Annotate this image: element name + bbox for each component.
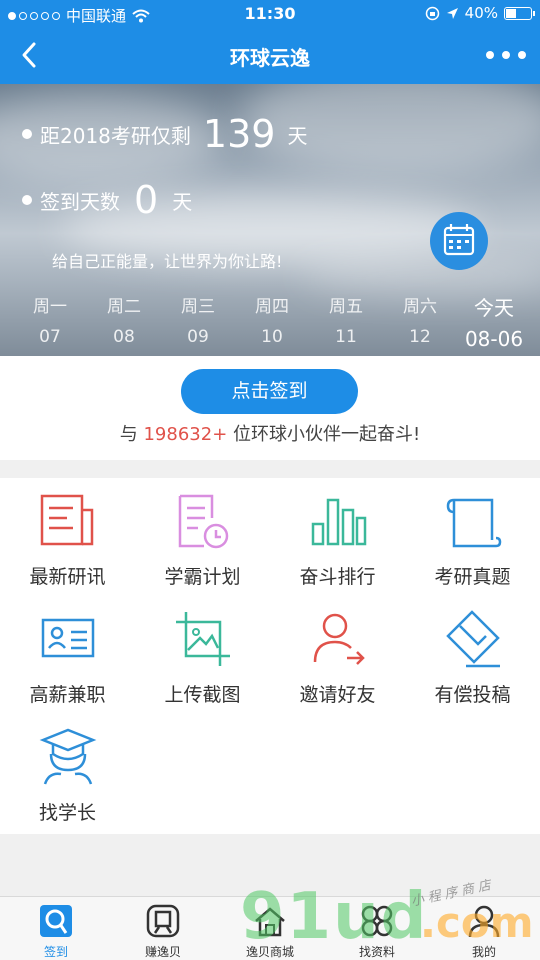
signin-button[interactable]: 点击签到 [181,369,358,414]
week-day: 周一 07 [33,297,67,347]
fellow-count: 198632+ [143,424,228,445]
rotation-lock-icon [425,6,439,20]
week-day: 周四 10 [255,297,289,347]
invite-user-icon [313,613,365,665]
signin-days-unit: 天 [172,189,193,214]
graduate-icon [39,728,97,785]
signin-days-value: 0 [134,178,159,222]
grid-item-label: 上传截图 [164,684,241,706]
tab-find-materials[interactable]: 找资料 [321,897,433,960]
tab-profile[interactable]: 我的 [428,897,540,960]
status-bar: 中国联通 11:30 40% [0,0,540,28]
grid-item-ranking[interactable]: 奋斗排行 [270,478,405,596]
week-day-today: 今天 08-06 [464,296,524,351]
store-icon [255,907,285,937]
exam-countdown: 距2018考研仅剩 139 天 [22,112,307,156]
grid-item-study-plan[interactable]: 学霸计划 [135,478,270,596]
grid-item-label: 奋斗排行 [299,566,376,588]
grid-item-find-senior[interactable]: 找学长 [0,714,135,832]
grid-item-past-exams[interactable]: 考研真题 [405,478,540,596]
grid-item-paid-submission[interactable]: 有偿投稿 [405,596,540,714]
grid-item-invite-friends[interactable]: 邀请好友 [270,596,405,714]
grid-item-label: 有偿投稿 [434,684,511,706]
ranking-chart-icon [311,498,367,546]
tab-label: 签到 [43,945,68,959]
dot-icon [486,51,494,59]
grid-item-label: 学霸计划 [164,566,241,588]
fellow-count-text: 与 198632+ 位环球小伙伴一起奋斗! [0,420,540,446]
fellow-suffix: 位环球小伙伴一起奋斗! [233,424,421,445]
countdown-unit: 天 [287,123,308,148]
week-day: 周五 11 [329,297,363,347]
week-strip: 周一 07 周二 08 周三 09 周四 10 周五 11 周六 12 今天 08-06 [14,292,530,351]
tab-shell-store[interactable]: 逸贝商城 [214,897,326,960]
signin-icon [40,905,72,937]
tab-label: 找资料 [358,945,395,959]
tab-earn-shells[interactable]: 赚逸贝 [107,897,219,960]
location-icon [446,7,458,19]
signin-days: 签到天数 0 天 [22,178,192,222]
battery-icon [504,6,535,20]
grid-item-label: 考研真题 [434,566,511,588]
grid-item-label: 最新研讯 [29,566,106,588]
envelope-icon [446,610,500,668]
materials-icon [361,905,393,937]
grid-item-part-time-jobs[interactable]: 高薪兼职 [0,596,135,714]
countdown-value: 139 [202,112,276,156]
bullet-icon [22,195,32,205]
bullet-icon [22,129,32,139]
dot-icon [518,51,526,59]
battery-percent: 40% [464,4,498,22]
bottom-tab-bar: 签到 赚逸贝 逸贝商城 找资料 我的 [0,896,540,960]
week-day: 周六 12 [403,297,437,347]
plan-icon [178,494,229,549]
calendar-button[interactable] [430,212,488,270]
feature-grid: 最新研讯 学霸计划 奋斗排行 考研真题 高薪兼职 上传截图 邀请好友 有偿投稿 … [0,478,540,834]
tab-label: 赚逸贝 [144,945,181,959]
signin-section: 点击签到 与 198632+ 位环球小伙伴一起奋斗! [0,356,540,460]
status-right: 40% [425,4,535,22]
grid-item-label: 高薪兼职 [29,684,106,706]
week-day: 周三 09 [181,297,215,347]
nav-bar: 环球云逸 [0,28,540,84]
signin-days-label: 签到天数 [40,189,120,214]
week-day: 周二 08 [107,297,141,347]
tab-label: 逸贝商城 [245,945,294,959]
scroll-icon [446,498,502,548]
fellow-prefix: 与 [119,424,138,445]
countdown-hero: 距2018考研仅剩 139 天 签到天数 0 天 给自己正能量，让世界为你让路!… [0,84,540,356]
grid-item-latest-news[interactable]: 最新研讯 [0,478,135,596]
tab-signin[interactable]: 签到 [0,897,112,960]
countdown-prefix: 距2018考研仅剩 [40,123,191,148]
calendar-icon [443,224,475,256]
image-upload-icon [176,612,230,666]
more-menu-button[interactable] [486,42,526,68]
id-card-icon [41,618,95,658]
grid-item-upload-screenshot[interactable]: 上传截图 [135,596,270,714]
page-title: 环球云逸 [230,46,310,70]
grid-item-label: 找学长 [38,802,96,824]
grid-item-label: 邀请好友 [299,684,376,706]
dot-icon [502,51,510,59]
shell-icon [146,904,180,938]
news-icon [40,494,94,546]
tab-label: 我的 [471,945,496,959]
profile-icon [468,905,500,938]
motto-text: 给自己正能量，让世界为你让路! [52,252,283,271]
